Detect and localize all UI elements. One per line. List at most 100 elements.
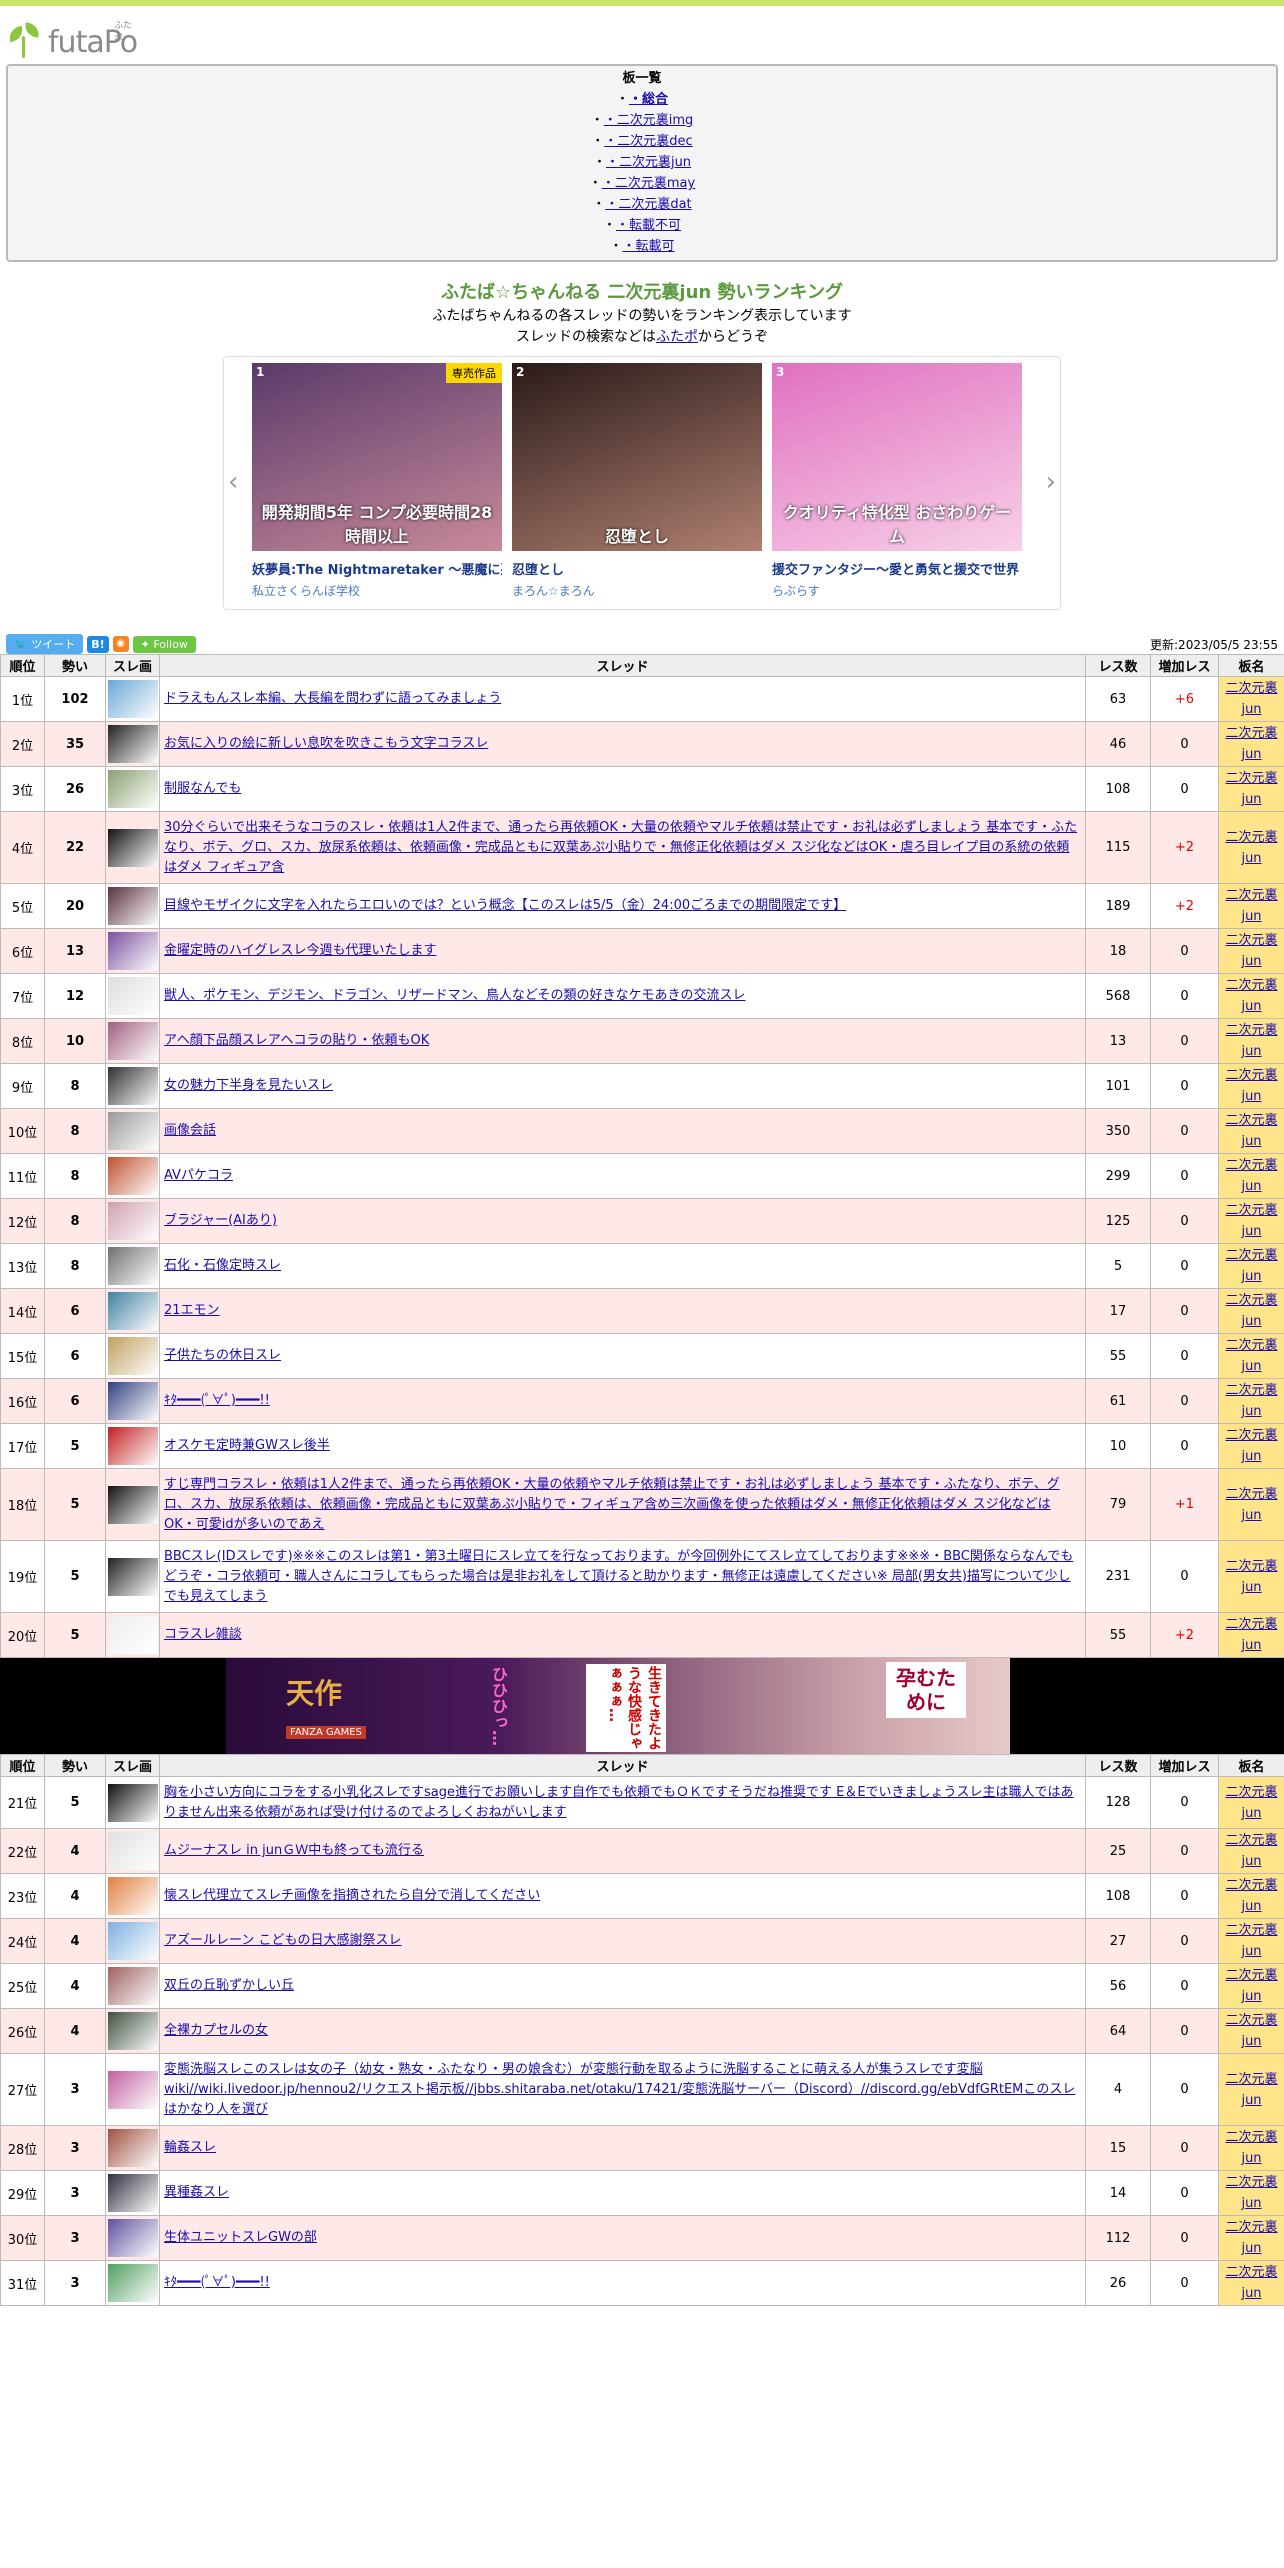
thumbnail-cell[interactable]	[105, 1063, 160, 1109]
product-name[interactable]: 忍堕とし	[512, 559, 762, 578]
board-link[interactable]: ・総合	[629, 92, 668, 107]
board-name-link[interactable]: 二次元裏jun	[1225, 2220, 1277, 2256]
thumbnail-cell[interactable]	[105, 2125, 160, 2171]
board-link[interactable]: ・二次元裏dec	[604, 134, 692, 149]
thread-link[interactable]: すじ専門コラスレ・依頼は1人2件まで、通ったら再依頼OK・大量の依頼やマルチ依頼…	[164, 1477, 1060, 1532]
thread-thumbnail[interactable]	[107, 2174, 158, 2212]
ad-banner[interactable]: 天作 FANZA GAMES ひひひっ… 生きてきたような快感じゃぁぁぁ… 孕む…	[0, 1658, 1284, 1754]
thread-link[interactable]: アヘ顔下品顔スレアヘコラの貼り・依頼もOK	[164, 1033, 429, 1048]
board-list-item[interactable]: ・・転載不可	[8, 215, 1276, 236]
thumbnail-cell[interactable]	[105, 1612, 160, 1658]
board-name-link[interactable]: 二次元裏jun	[1225, 1617, 1277, 1653]
thumbnail-cell[interactable]	[105, 1333, 160, 1379]
thread-thumbnail[interactable]	[107, 1157, 158, 1195]
carousel-image[interactable]: 3 クオリティ特化型 おさわりゲーム	[772, 363, 1022, 551]
board-name-link[interactable]: 二次元裏jun	[1225, 1383, 1277, 1419]
thumbnail-cell[interactable]	[105, 721, 160, 767]
board-name-link[interactable]: 二次元裏jun	[1225, 1968, 1277, 2004]
thumbnail-cell[interactable]	[105, 1540, 160, 1613]
thread-link[interactable]: 双丘の丘恥ずかしい丘	[164, 1978, 294, 1993]
thumbnail-cell[interactable]	[105, 1198, 160, 1244]
board-list-item[interactable]: ・・二次元裏img	[8, 110, 1276, 131]
thread-link[interactable]: 女の魅力下半身を見たいスレ	[164, 1078, 333, 1093]
thread-link[interactable]: コラスレ雑談	[164, 1627, 242, 1642]
carousel-card[interactable]: 2 忍堕とし 忍堕とし まろん☆まろん	[512, 363, 762, 599]
thumbnail-cell[interactable]	[105, 1963, 160, 2009]
board-name-link[interactable]: 二次元裏jun	[1225, 2072, 1277, 2108]
board-name-link[interactable]: 二次元裏jun	[1225, 1878, 1277, 1914]
board-name-link[interactable]: 二次元裏jun	[1225, 888, 1277, 924]
carousel-card[interactable]: 1 専売作品 開発期間5年 コンプ必要時間28時間以上 妖夢員:The Nightma…	[252, 363, 502, 599]
maker-name[interactable]: らぶらす	[772, 582, 1022, 599]
board-name-link[interactable]: 二次元裏jun	[1225, 771, 1277, 807]
thumbnail-cell[interactable]	[105, 2260, 160, 2306]
thread-thumbnail[interactable]	[107, 770, 158, 808]
thread-thumbnail[interactable]	[107, 1022, 158, 1060]
board-name-link[interactable]: 二次元裏jun	[1225, 1338, 1277, 1374]
board-link[interactable]: ・二次元裏dat	[605, 197, 691, 212]
thread-link[interactable]: BBCスレ(IDスレです)※※※このスレは第1・第3土曜日にスレ立てを行なってお…	[164, 1549, 1073, 1604]
thread-thumbnail[interactable]	[107, 1292, 158, 1330]
board-link[interactable]: ・二次元裏may	[602, 176, 695, 191]
board-list-item[interactable]: ・・転載可	[8, 236, 1276, 257]
thread-link[interactable]: 21エモン	[164, 1303, 220, 1318]
thread-thumbnail[interactable]	[107, 2070, 158, 2109]
board-name-link[interactable]: 二次元裏jun	[1225, 1158, 1277, 1194]
thumbnail-cell[interactable]	[105, 1108, 160, 1154]
thread-link[interactable]: 胸を小さい方向にコラをする小乳化スレですsage進行でお願いします自作でも依頼で…	[164, 1785, 1074, 1820]
board-name-link[interactable]: 二次元裏jun	[1225, 726, 1277, 762]
thread-link[interactable]: ｷﾀ━━━(ﾟ∀ﾟ)━━━!!	[164, 1393, 270, 1408]
thread-link[interactable]: 生体ユニットスレGWの部	[164, 2230, 317, 2245]
thread-thumbnail[interactable]	[107, 680, 158, 718]
board-link[interactable]: ・転載可	[623, 239, 675, 254]
thread-link[interactable]: 全裸カプセルの女	[164, 2023, 268, 2038]
thumbnail-cell[interactable]	[105, 1288, 160, 1334]
thumbnail-cell[interactable]	[105, 973, 160, 1019]
board-list-item[interactable]: ・・二次元裏dec	[8, 131, 1276, 152]
feedly-follow-button[interactable]: ✦ Follow	[132, 635, 196, 653]
thread-thumbnail[interactable]	[107, 1427, 158, 1465]
thread-thumbnail[interactable]	[107, 2219, 158, 2257]
thread-thumbnail[interactable]	[107, 828, 158, 867]
board-name-link[interactable]: 二次元裏jun	[1225, 933, 1277, 969]
carousel-card[interactable]: 3 クオリティ特化型 おさわりゲーム援交ファンタジー～愛と勇気と援交で世界 らぶらす	[772, 363, 1022, 599]
thread-thumbnail[interactable]	[107, 1783, 158, 1822]
thread-thumbnail[interactable]	[107, 977, 158, 1015]
board-name-link[interactable]: 二次元裏jun	[1225, 1293, 1277, 1329]
board-list-item[interactable]: ・・総合	[8, 89, 1276, 110]
thread-link[interactable]: ムジーナスレ in junＧＷ中も終っても流行る	[164, 1843, 424, 1858]
board-name-link[interactable]: 二次元裏jun	[1225, 681, 1277, 717]
board-name-link[interactable]: 二次元裏jun	[1225, 2130, 1277, 2166]
thread-thumbnail[interactable]	[107, 2012, 158, 2050]
thread-link[interactable]: ドラえもんスレ本編、大長編を問わずに語ってみましょう	[164, 691, 501, 706]
board-name-link[interactable]: 二次元裏jun	[1225, 978, 1277, 1014]
thumbnail-cell[interactable]	[105, 1918, 160, 1964]
thread-link[interactable]: 30分ぐらいで出来そうなコラのスレ・依頼は1人2件まで、通ったら再依頼OK・大量…	[164, 820, 1077, 875]
rss-icon[interactable]: ◉	[112, 636, 129, 652]
thread-thumbnail[interactable]	[107, 725, 158, 763]
thread-thumbnail[interactable]	[107, 2129, 158, 2167]
board-name-link[interactable]: 二次元裏jun	[1225, 2013, 1277, 2049]
thread-thumbnail[interactable]	[107, 1067, 158, 1105]
thumbnail-cell[interactable]	[105, 1378, 160, 1424]
board-list-item[interactable]: ・・二次元裏jun	[8, 152, 1276, 173]
thumbnail-cell[interactable]	[105, 1776, 160, 1829]
thumbnail-cell[interactable]	[105, 766, 160, 812]
maker-name[interactable]: まろん☆まろん	[512, 582, 762, 599]
thread-thumbnail[interactable]	[107, 2264, 158, 2302]
thread-thumbnail[interactable]	[107, 1202, 158, 1240]
board-link[interactable]: ・転載不可	[616, 218, 681, 233]
thumbnail-cell[interactable]	[105, 676, 160, 722]
thread-thumbnail[interactable]	[107, 1877, 158, 1915]
thread-thumbnail[interactable]	[107, 1112, 158, 1150]
board-link[interactable]: ・二次元裏img	[604, 113, 694, 128]
thread-thumbnail[interactable]	[107, 1557, 158, 1596]
board-name-link[interactable]: 二次元裏jun	[1225, 2265, 1277, 2301]
thumbnail-cell[interactable]	[105, 883, 160, 929]
board-name-link[interactable]: 二次元裏jun	[1225, 1113, 1277, 1149]
maker-name[interactable]: 私立さくらんぼ学校	[252, 582, 502, 599]
board-name-link[interactable]: 二次元裏jun	[1225, 2175, 1277, 2211]
thumbnail-cell[interactable]	[105, 928, 160, 974]
product-name[interactable]: 援交ファンタジー～愛と勇気と援交で世界	[772, 559, 1022, 578]
carousel-image[interactable]: 1 専売作品 開発期間5年 コンプ必要時間28時間以上	[252, 363, 502, 551]
